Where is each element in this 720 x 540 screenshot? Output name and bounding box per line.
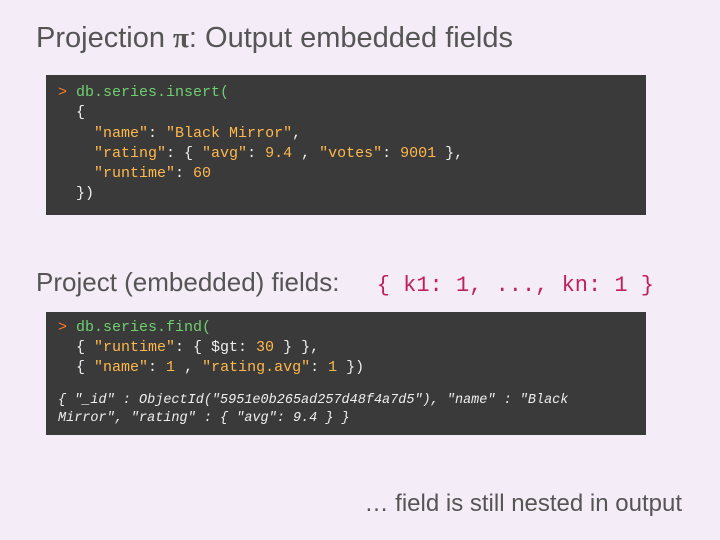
code-line: }) [58, 185, 94, 202]
code-sep: , [292, 145, 319, 162]
code-key: "runtime" [94, 165, 175, 182]
code-key: "name" [94, 125, 148, 142]
code-num: 1 [166, 359, 175, 376]
subhead-row: Project (embedded) fields: { k1: 1, ...,… [36, 267, 684, 298]
code-end: }) [337, 359, 364, 376]
code-num: 1 [328, 359, 337, 376]
code-key: "rating" [94, 145, 166, 162]
code-num: 60 [193, 165, 211, 182]
code-sep: : [382, 145, 400, 162]
code-result: { "_id" : ObjectId("5951e0b265ad257d48f4… [46, 386, 646, 435]
code-num: 9.4 [265, 145, 292, 162]
code-num: 30 [256, 339, 274, 356]
code-sep: , [175, 359, 202, 376]
code-num: 9001 [400, 145, 436, 162]
code-find: > db.series.find( { "runtime": { $gt: 30… [46, 312, 646, 387]
code-comma: , [292, 125, 301, 142]
find-cmd: db.series.find( [67, 319, 211, 336]
code-str: "Black Mirror" [166, 125, 292, 142]
code-indent [58, 145, 94, 162]
code-sep: : [175, 165, 193, 182]
code-sep: : { [166, 145, 202, 162]
code-sep: : [148, 359, 166, 376]
code-insert: > db.series.insert( { "name": "Black Mir… [46, 75, 646, 215]
code-end: }, [436, 145, 463, 162]
prompt-char: > [58, 319, 67, 336]
code-sep: : [247, 145, 265, 162]
code-key: "runtime" [94, 339, 175, 356]
code-sep: : { $gt: [175, 339, 256, 356]
projection-pattern: { k1: 1, ..., kn: 1 } [377, 273, 654, 298]
subhead-text: Project (embedded) fields: [36, 267, 339, 298]
title-before: Projection [36, 22, 173, 54]
code-key: "avg" [202, 145, 247, 162]
title-after: : Output embedded fields [189, 22, 513, 54]
code-key: "rating.avg" [202, 359, 310, 376]
prompt-char: > [58, 84, 67, 101]
insert-cmd: db.series.insert( [67, 84, 229, 101]
code-key: "name" [94, 359, 148, 376]
pi-symbol: π [173, 22, 189, 54]
slide-title: Projection π: Output embedded fields [36, 22, 684, 55]
code-sep: : [310, 359, 328, 376]
code-indent: { [58, 339, 94, 356]
code-indent [58, 165, 94, 182]
code-key: "votes" [319, 145, 382, 162]
code-sep: : [148, 125, 166, 142]
code-line: { [58, 104, 85, 121]
code-indent: { [58, 359, 94, 376]
code-indent [58, 125, 94, 142]
code-end: } }, [274, 339, 319, 356]
footer-note: … field is still nested in output [365, 490, 683, 518]
